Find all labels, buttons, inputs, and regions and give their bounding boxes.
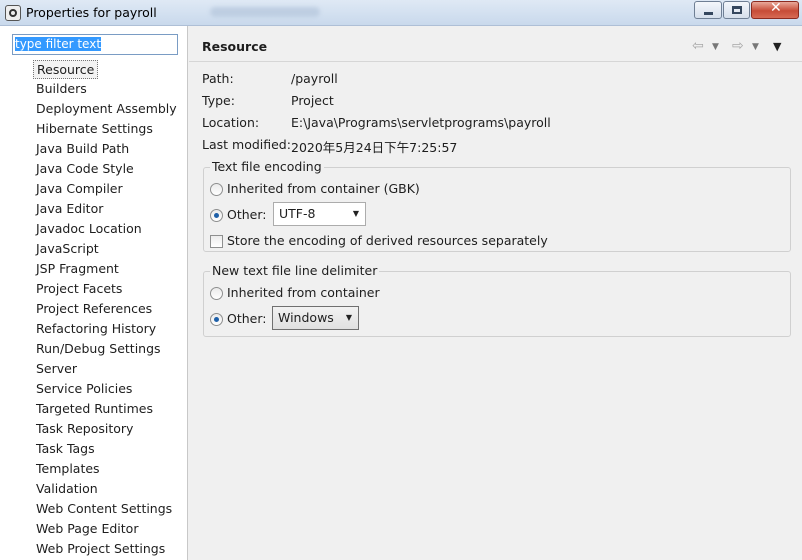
delimiter-inherited-label: Inherited from container xyxy=(227,285,380,300)
tree-item-service-policies[interactable]: Service Policies xyxy=(33,380,135,399)
tree-item-jsp-fragment[interactable]: JSP Fragment xyxy=(33,260,122,279)
tree-item-java-code-style[interactable]: Java Code Style xyxy=(33,160,137,179)
tree-item-deployment-assembly[interactable]: Deployment Assembly xyxy=(33,100,180,119)
tree-item-web-project-settings[interactable]: Web Project Settings xyxy=(33,540,168,559)
forward-arrow-icon[interactable]: ⇨ xyxy=(732,38,744,54)
path-value: /payroll xyxy=(291,71,338,86)
minimize-icon xyxy=(704,12,713,15)
app-icon xyxy=(5,5,21,21)
text-file-encoding-group: Text file encoding Inherited from contai… xyxy=(203,159,791,252)
delimiter-inherited-radio[interactable] xyxy=(210,287,223,300)
close-icon: ✕ xyxy=(770,0,782,16)
title-bar: Properties for payroll ✕ xyxy=(0,0,802,26)
encoding-other-radio[interactable] xyxy=(210,209,223,222)
line-delimiter-title: New text file line delimiter xyxy=(210,263,380,278)
type-value: Project xyxy=(291,93,334,108)
tree-item-web-content-settings[interactable]: Web Content Settings xyxy=(33,500,175,519)
back-dropdown-icon[interactable]: ▼ xyxy=(712,42,719,52)
type-label: Type: xyxy=(202,93,235,108)
minimize-button[interactable] xyxy=(694,1,722,19)
tree-item-validation[interactable]: Validation xyxy=(33,480,101,499)
tree-item-refactoring-history[interactable]: Refactoring History xyxy=(33,320,159,339)
chevron-down-icon: ▼ xyxy=(345,313,352,322)
blurred-title-text xyxy=(210,7,320,17)
properties-window: Properties for payroll ✕ type filter tex… xyxy=(0,0,802,560)
tree-item-javascript[interactable]: JavaScript xyxy=(33,240,102,259)
tree-item-web-page-editor[interactable]: Web Page Editor xyxy=(33,520,141,539)
location-label: Location: xyxy=(202,115,260,130)
content-pane: Resource ⇦ ▼ ⇨ ▼ ▼ Path: /payroll Type: … xyxy=(189,26,802,560)
category-pane: type filter text Resource Builders Deploym… xyxy=(0,26,188,560)
path-label: Path: xyxy=(202,71,234,86)
maximize-icon xyxy=(732,6,742,14)
tree-item-javadoc-location[interactable]: Javadoc Location xyxy=(33,220,145,239)
tree-item-task-tags[interactable]: Task Tags xyxy=(33,440,98,459)
tree-item-templates[interactable]: Templates xyxy=(33,460,103,479)
back-arrow-icon[interactable]: ⇦ xyxy=(692,38,704,54)
tree-item-hibernate-settings[interactable]: Hibernate Settings xyxy=(33,120,156,139)
chevron-down-icon: ▼ xyxy=(352,209,359,218)
store-encoding-checkbox[interactable] xyxy=(210,235,223,248)
encoding-inherited-label: Inherited from container (GBK) xyxy=(227,181,420,196)
encoding-other-label: Other: xyxy=(227,207,267,222)
view-menu-icon[interactable]: ▼ xyxy=(773,40,781,53)
page-title: Resource xyxy=(202,39,268,54)
tree-item-java-build-path[interactable]: Java Build Path xyxy=(33,140,132,159)
encoding-inherited-radio[interactable] xyxy=(210,183,223,196)
filter-input[interactable]: type filter text xyxy=(12,34,178,55)
tree-item-project-references[interactable]: Project References xyxy=(33,300,155,319)
page-header: Resource ⇦ ▼ ⇨ ▼ ▼ xyxy=(189,26,802,62)
tree-item-project-facets[interactable]: Project Facets xyxy=(33,280,125,299)
encoding-select[interactable]: UTF-8 ▼ xyxy=(273,202,366,226)
delimiter-other-label: Other: xyxy=(227,311,267,326)
tree-item-targeted-runtimes[interactable]: Targeted Runtimes xyxy=(33,400,156,419)
tree-item-builders[interactable]: Builders xyxy=(33,80,90,99)
store-encoding-label: Store the encoding of derived resources … xyxy=(227,233,548,248)
window-title: Properties for payroll xyxy=(26,5,157,20)
location-value: E:\Java\Programs\servletprograms\payroll xyxy=(291,115,551,130)
tree-item-task-repository[interactable]: Task Repository xyxy=(33,420,136,439)
maximize-button[interactable] xyxy=(723,1,750,19)
delimiter-select[interactable]: Windows ▼ xyxy=(272,306,359,330)
tree-item-run-debug-settings[interactable]: Run/Debug Settings xyxy=(33,340,164,359)
delimiter-other-radio[interactable] xyxy=(210,313,223,326)
line-delimiter-group: New text file line delimiter Inherited f… xyxy=(203,263,791,337)
forward-dropdown-icon[interactable]: ▼ xyxy=(752,42,759,52)
filter-text: type filter text xyxy=(15,37,102,51)
tree-item-server[interactable]: Server xyxy=(33,360,80,379)
last-modified-value: 2020年5月24日下午7:25:57 xyxy=(291,140,458,155)
close-button[interactable]: ✕ xyxy=(751,0,799,19)
encoding-select-value: UTF-8 xyxy=(279,206,316,221)
delimiter-select-value: Windows xyxy=(278,310,334,325)
tree-item-resource[interactable]: Resource xyxy=(33,60,99,79)
text-file-encoding-title: Text file encoding xyxy=(210,159,324,174)
tree-item-java-editor[interactable]: Java Editor xyxy=(33,200,106,219)
tree-item-java-compiler[interactable]: Java Compiler xyxy=(33,180,126,199)
last-modified-label: Last modified: xyxy=(202,137,291,152)
